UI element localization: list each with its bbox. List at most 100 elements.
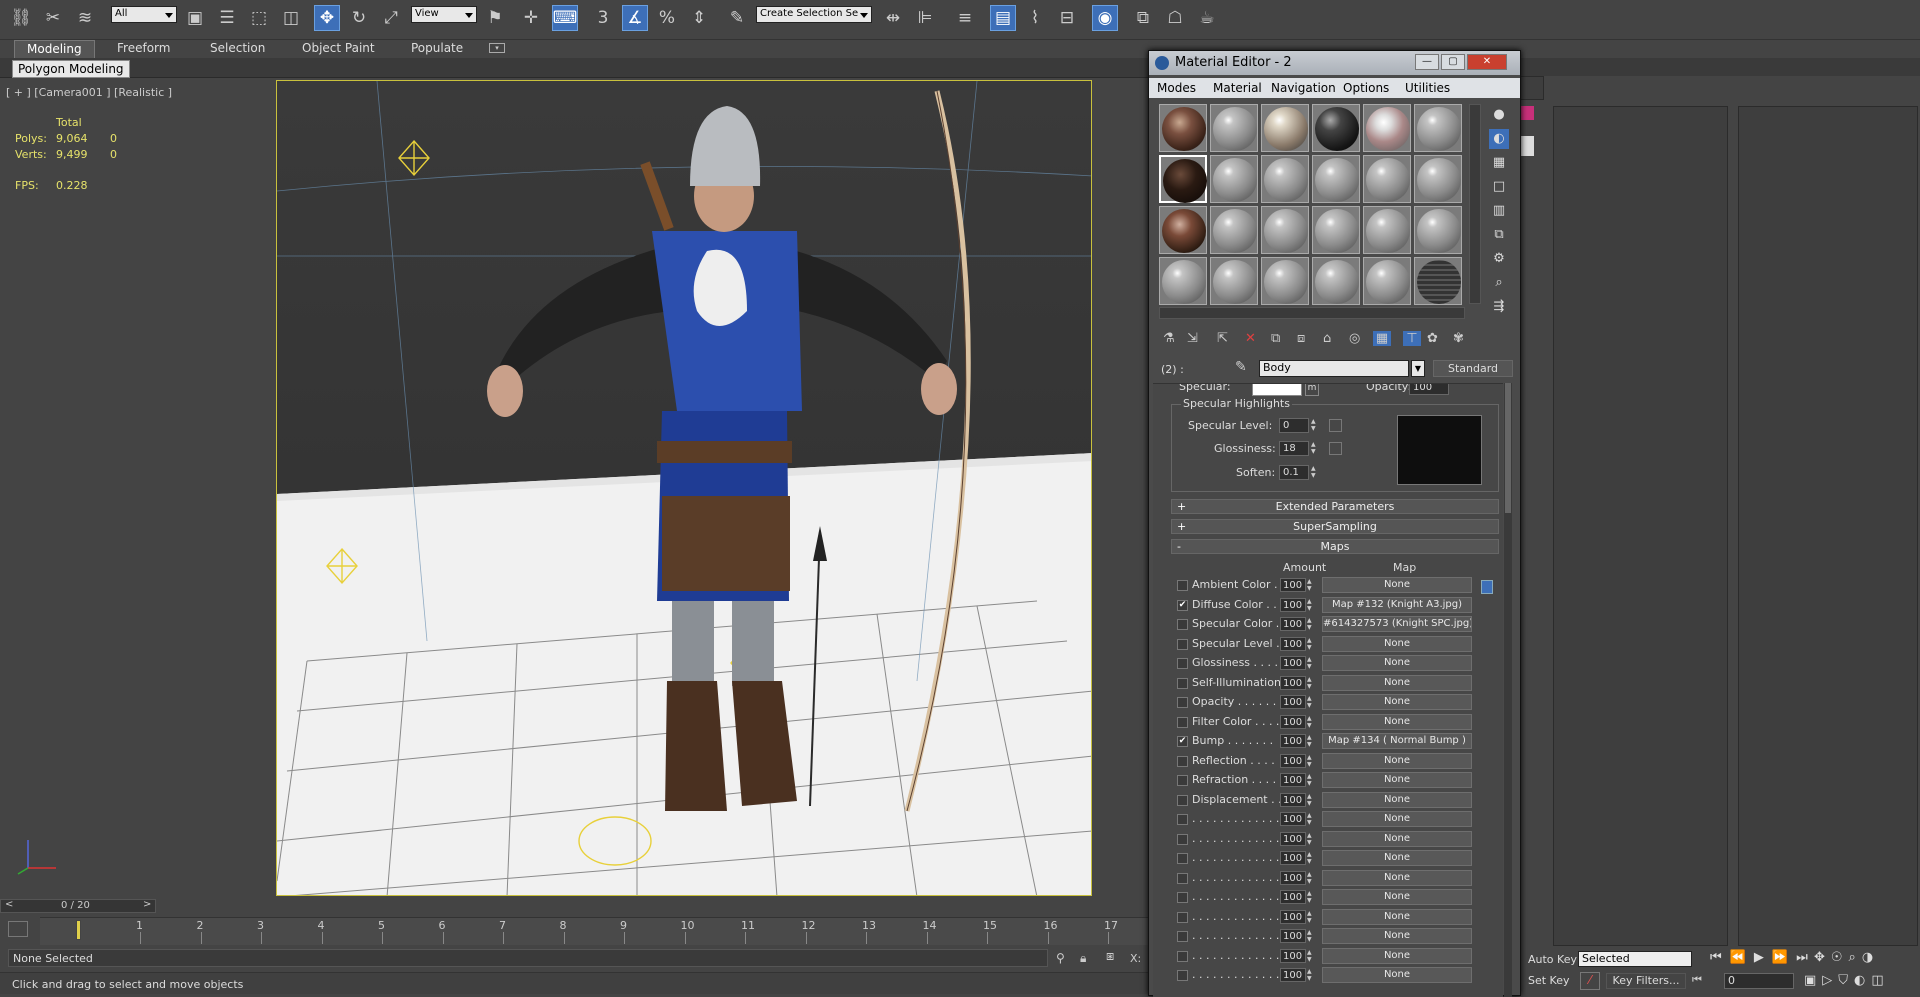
render-setup-icon[interactable]: ⧉ (1130, 5, 1156, 31)
schematic-view-icon[interactable]: ⊟ (1054, 5, 1080, 31)
menu-utilities[interactable]: Utilities (1405, 81, 1450, 95)
sample-slot[interactable] (1159, 206, 1207, 254)
get-material-icon[interactable]: ⚗ (1163, 331, 1175, 346)
map-enable-checkbox[interactable] (1177, 677, 1188, 689)
sample-slot[interactable] (1414, 104, 1462, 152)
sample-slot[interactable] (1159, 155, 1207, 203)
map-amount-field[interactable]: 100 (1280, 753, 1306, 768)
window-crossing-icon[interactable]: ◫ (278, 5, 304, 31)
map-enable-checkbox[interactable] (1177, 950, 1188, 962)
material-editor-icon[interactable]: ◉ (1092, 5, 1118, 31)
map-amount-field[interactable]: 100 (1280, 968, 1306, 982)
map-slot-button[interactable]: None (1322, 713, 1472, 730)
angle-snap-icon[interactable]: ∡ (622, 5, 648, 31)
map-slot-button[interactable]: None (1322, 577, 1472, 593)
show-shaded-icon[interactable]: ▦ (1373, 331, 1391, 346)
map-amount-field[interactable]: 100 (1280, 734, 1306, 748)
map-amount-field[interactable]: 100 (1280, 773, 1306, 787)
map-enable-checkbox[interactable] (1177, 755, 1188, 767)
soften-field[interactable]: 0.1 (1279, 465, 1309, 480)
go-forward-sibling-icon[interactable]: ✾ (1453, 331, 1464, 346)
time-slider[interactable]: < 0 / 20 > (0, 899, 156, 913)
camera-viewport[interactable] (276, 80, 1092, 896)
make-unique-icon[interactable]: ⧈ (1297, 331, 1305, 346)
map-enable-checkbox[interactable] (1177, 853, 1188, 864)
map-amount-field[interactable]: 100 (1280, 870, 1306, 885)
close-button[interactable]: ✕ (1467, 54, 1507, 70)
map-enable-checkbox[interactable] (1177, 833, 1188, 845)
specular-level-map-button[interactable] (1329, 419, 1342, 432)
map-amount-spinner[interactable]: ▲ ▼ (1307, 617, 1315, 631)
map-enable-checkbox[interactable] (1177, 697, 1188, 708)
sample-slot[interactable] (1363, 206, 1411, 254)
map-slot-button[interactable]: None (1322, 791, 1472, 808)
map-slot-button[interactable]: None (1322, 694, 1472, 710)
copy-material-icon[interactable]: ⧉ (1271, 331, 1280, 346)
manipulate-icon[interactable]: ✛ (518, 5, 544, 31)
show-end-result-icon[interactable]: ⊤ (1403, 331, 1421, 346)
map-slot-button[interactable]: None (1322, 772, 1472, 788)
scene-explorer-icon[interactable]: ▤ (990, 5, 1016, 31)
specular-swatch[interactable] (1252, 384, 1302, 396)
supersampling-rollout[interactable]: + SuperSampling (1171, 519, 1499, 534)
map-amount-field[interactable]: 100 (1280, 909, 1306, 924)
map-enable-checkbox[interactable] (1177, 716, 1188, 728)
sample-slot[interactable] (1261, 206, 1309, 254)
map-amount-field[interactable]: 100 (1280, 695, 1306, 709)
put-to-scene-icon[interactable]: ⇲ (1187, 331, 1198, 346)
command-panel-icon[interactable] (1520, 76, 1544, 100)
map-amount-field[interactable]: 100 (1280, 831, 1306, 846)
map-amount-field[interactable]: 100 (1280, 656, 1306, 670)
map-amount-spinner[interactable]: ▲ ▼ (1307, 598, 1315, 612)
glossiness-map-button[interactable] (1329, 442, 1342, 455)
sample-slot[interactable] (1363, 104, 1411, 152)
render-icon[interactable]: ☕ (1194, 5, 1220, 31)
object-color-swatch[interactable] (1520, 106, 1534, 120)
make-preview-icon[interactable]: ⧉ (1489, 225, 1509, 245)
select-object-icon[interactable]: ▣ (182, 5, 208, 31)
map-amount-spinner[interactable]: ▲ ▼ (1307, 637, 1315, 651)
map-slot-button[interactable]: None (1322, 752, 1472, 769)
maximize-button[interactable]: ▢ (1441, 54, 1465, 70)
align-icon[interactable]: ⊫ (912, 5, 938, 31)
sample-slot[interactable] (1363, 257, 1411, 305)
select-by-material-icon[interactable]: ⌕ (1489, 273, 1509, 293)
rect-selection-icon[interactable]: ⬚ (246, 5, 272, 31)
map-enable-checkbox[interactable] (1177, 814, 1188, 825)
lock-icon[interactable]: 🔒︎ (1080, 951, 1086, 966)
map-amount-field[interactable]: 100 (1280, 890, 1306, 904)
selection-filter-dropdown[interactable]: All (111, 6, 177, 23)
viewport-label[interactable]: [ + ] [Camera001 ] [Realistic ] (6, 86, 172, 99)
material-navigator-icon[interactable]: ⇶ (1489, 297, 1509, 317)
current-frame-field[interactable]: 0 (1724, 973, 1794, 989)
sample-slot[interactable] (1414, 206, 1462, 254)
time-prev-arrow[interactable]: < (5, 899, 13, 910)
map-amount-spinner[interactable]: ▲ ▼ (1307, 851, 1315, 865)
specular-level-field[interactable]: 0 (1279, 418, 1309, 433)
sample-slot[interactable] (1312, 206, 1360, 254)
map-amount-field[interactable]: 100 (1280, 929, 1306, 943)
link-icon[interactable]: ⛓ (8, 5, 34, 31)
map-enable-checkbox[interactable] (1177, 931, 1188, 942)
parameters-scroll-thumb[interactable] (1505, 383, 1511, 513)
bind-space-warp-icon[interactable]: ≋ (72, 5, 98, 31)
sample-slot[interactable] (1414, 257, 1462, 305)
viewport-nav-icons-2[interactable]: ▣▷⛉◐◫ (1804, 973, 1890, 988)
set-key-icon[interactable]: ⁄ (1580, 972, 1600, 990)
select-by-name-icon[interactable]: ☰ (214, 5, 240, 31)
map-amount-field[interactable]: 100 (1280, 714, 1306, 729)
sample-slot[interactable] (1312, 257, 1360, 305)
tab-populate[interactable]: Populate (411, 41, 463, 55)
map-amount-field[interactable]: 100 (1280, 812, 1306, 826)
map-slot-button[interactable]: None (1322, 635, 1472, 652)
tab-freeform[interactable]: Freeform (117, 41, 170, 55)
minimize-button[interactable]: — (1415, 54, 1439, 70)
options-icon[interactable]: ⚙ (1489, 249, 1509, 269)
map-enable-checkbox[interactable] (1177, 580, 1188, 591)
map-slot-button[interactable]: None (1322, 889, 1472, 905)
percent-snap-icon[interactable]: % (654, 5, 680, 31)
assign-to-selection-icon[interactable]: ⇱ (1217, 331, 1228, 346)
move-icon[interactable]: ✥ (314, 5, 340, 31)
video-color-check-icon[interactable]: ▥ (1489, 201, 1509, 221)
material-name-field[interactable]: Body (1259, 360, 1409, 377)
